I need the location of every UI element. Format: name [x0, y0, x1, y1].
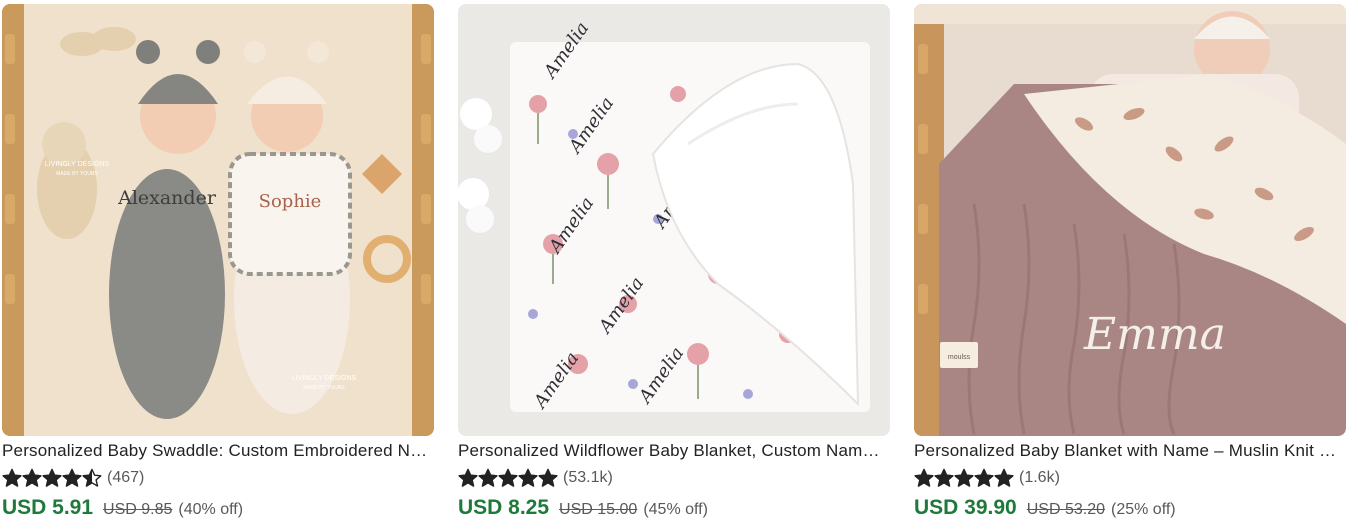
rating-row: (1.6k): [914, 468, 1346, 488]
listing-title[interactable]: Personalized Baby Swaddle: Custom Embroi…: [2, 441, 432, 461]
price-row: USD 5.91 USD 9.85 (40% off): [2, 496, 434, 520]
original-price: USD 9.85: [103, 501, 173, 518]
star-icon: [2, 468, 22, 487]
star-icon: [994, 468, 1014, 487]
original-price: USD 53.20: [1026, 501, 1105, 518]
rating-row: (467): [2, 468, 434, 488]
knit-blanket-photo: Emma moulss: [914, 4, 1346, 436]
review-count: (1.6k): [1019, 469, 1060, 486]
listing-title[interactable]: Personalized Baby Blanket with Name – Mu…: [914, 441, 1344, 461]
star-rating: [2, 468, 102, 488]
star-icon: [42, 468, 62, 487]
star-icon: [22, 468, 42, 487]
rating-row: (53.1k): [458, 468, 890, 488]
sale-price: USD 8.25: [458, 496, 550, 519]
star-icon: [82, 468, 102, 487]
swaddle-photo: Alexander Sophie LIVINGLY DESIGNS MADE B…: [2, 4, 434, 436]
star-icon: [538, 468, 558, 487]
star-icon: [954, 468, 974, 487]
sale-price: USD 5.91: [2, 496, 94, 519]
wildflower-blanket-photo: Amelia Amelia Amelia Amelia Amelia Ameli…: [458, 4, 890, 436]
swaddle-name-2: Sophie: [259, 191, 322, 212]
watermark-sub: MADE BY YOURS: [56, 171, 98, 177]
star-icon: [914, 468, 934, 487]
star-icon: [518, 468, 538, 487]
watermark-sub: MADE BY YOURS: [303, 385, 345, 391]
listing-card[interactable]: Alexander Sophie LIVINGLY DESIGNS MADE B…: [2, 4, 434, 528]
swaddle-name-1: Alexander: [117, 187, 217, 209]
star-icon: [478, 468, 498, 487]
blanket-name: Emma: [1083, 309, 1226, 360]
star-rating: [458, 468, 558, 488]
listing-title[interactable]: Personalized Wildflower Baby Blanket, Cu…: [458, 441, 888, 461]
price-row: USD 8.25 USD 15.00 (45% off): [458, 496, 890, 520]
star-icon: [934, 468, 954, 487]
star-icon: [498, 468, 518, 487]
review-count: (53.1k): [563, 469, 613, 486]
listing-image[interactable]: Amelia Amelia Amelia Amelia Amelia Ameli…: [458, 4, 890, 436]
listing-grid: Alexander Sophie LIVINGLY DESIGNS MADE B…: [0, 0, 1358, 530]
discount-percent: (45% off): [643, 501, 708, 518]
star-icon: [458, 468, 478, 487]
original-price: USD 15.00: [559, 501, 638, 518]
listing-image[interactable]: Alexander Sophie LIVINGLY DESIGNS MADE B…: [2, 4, 434, 436]
listing-card[interactable]: Emma moulss Personalized Baby Blanket wi…: [914, 4, 1346, 528]
listing-card[interactable]: Amelia Amelia Amelia Amelia Amelia Ameli…: [458, 4, 890, 528]
discount-percent: (40% off): [178, 501, 244, 518]
star-icon: [62, 468, 82, 487]
sale-price: USD 39.90: [914, 496, 1017, 519]
watermark-logo: LIVINGLY DESIGNS: [292, 375, 357, 382]
price-row: USD 39.90 USD 53.20 (25% off): [914, 496, 1346, 520]
watermark-logo: LIVINGLY DESIGNS: [45, 161, 110, 168]
star-rating: [914, 468, 1014, 488]
review-count: (467): [107, 469, 145, 486]
brand-tag: moulss: [948, 354, 971, 361]
star-icon: [974, 468, 994, 487]
discount-percent: (25% off): [1111, 501, 1176, 518]
listing-image[interactable]: Emma moulss: [914, 4, 1346, 436]
